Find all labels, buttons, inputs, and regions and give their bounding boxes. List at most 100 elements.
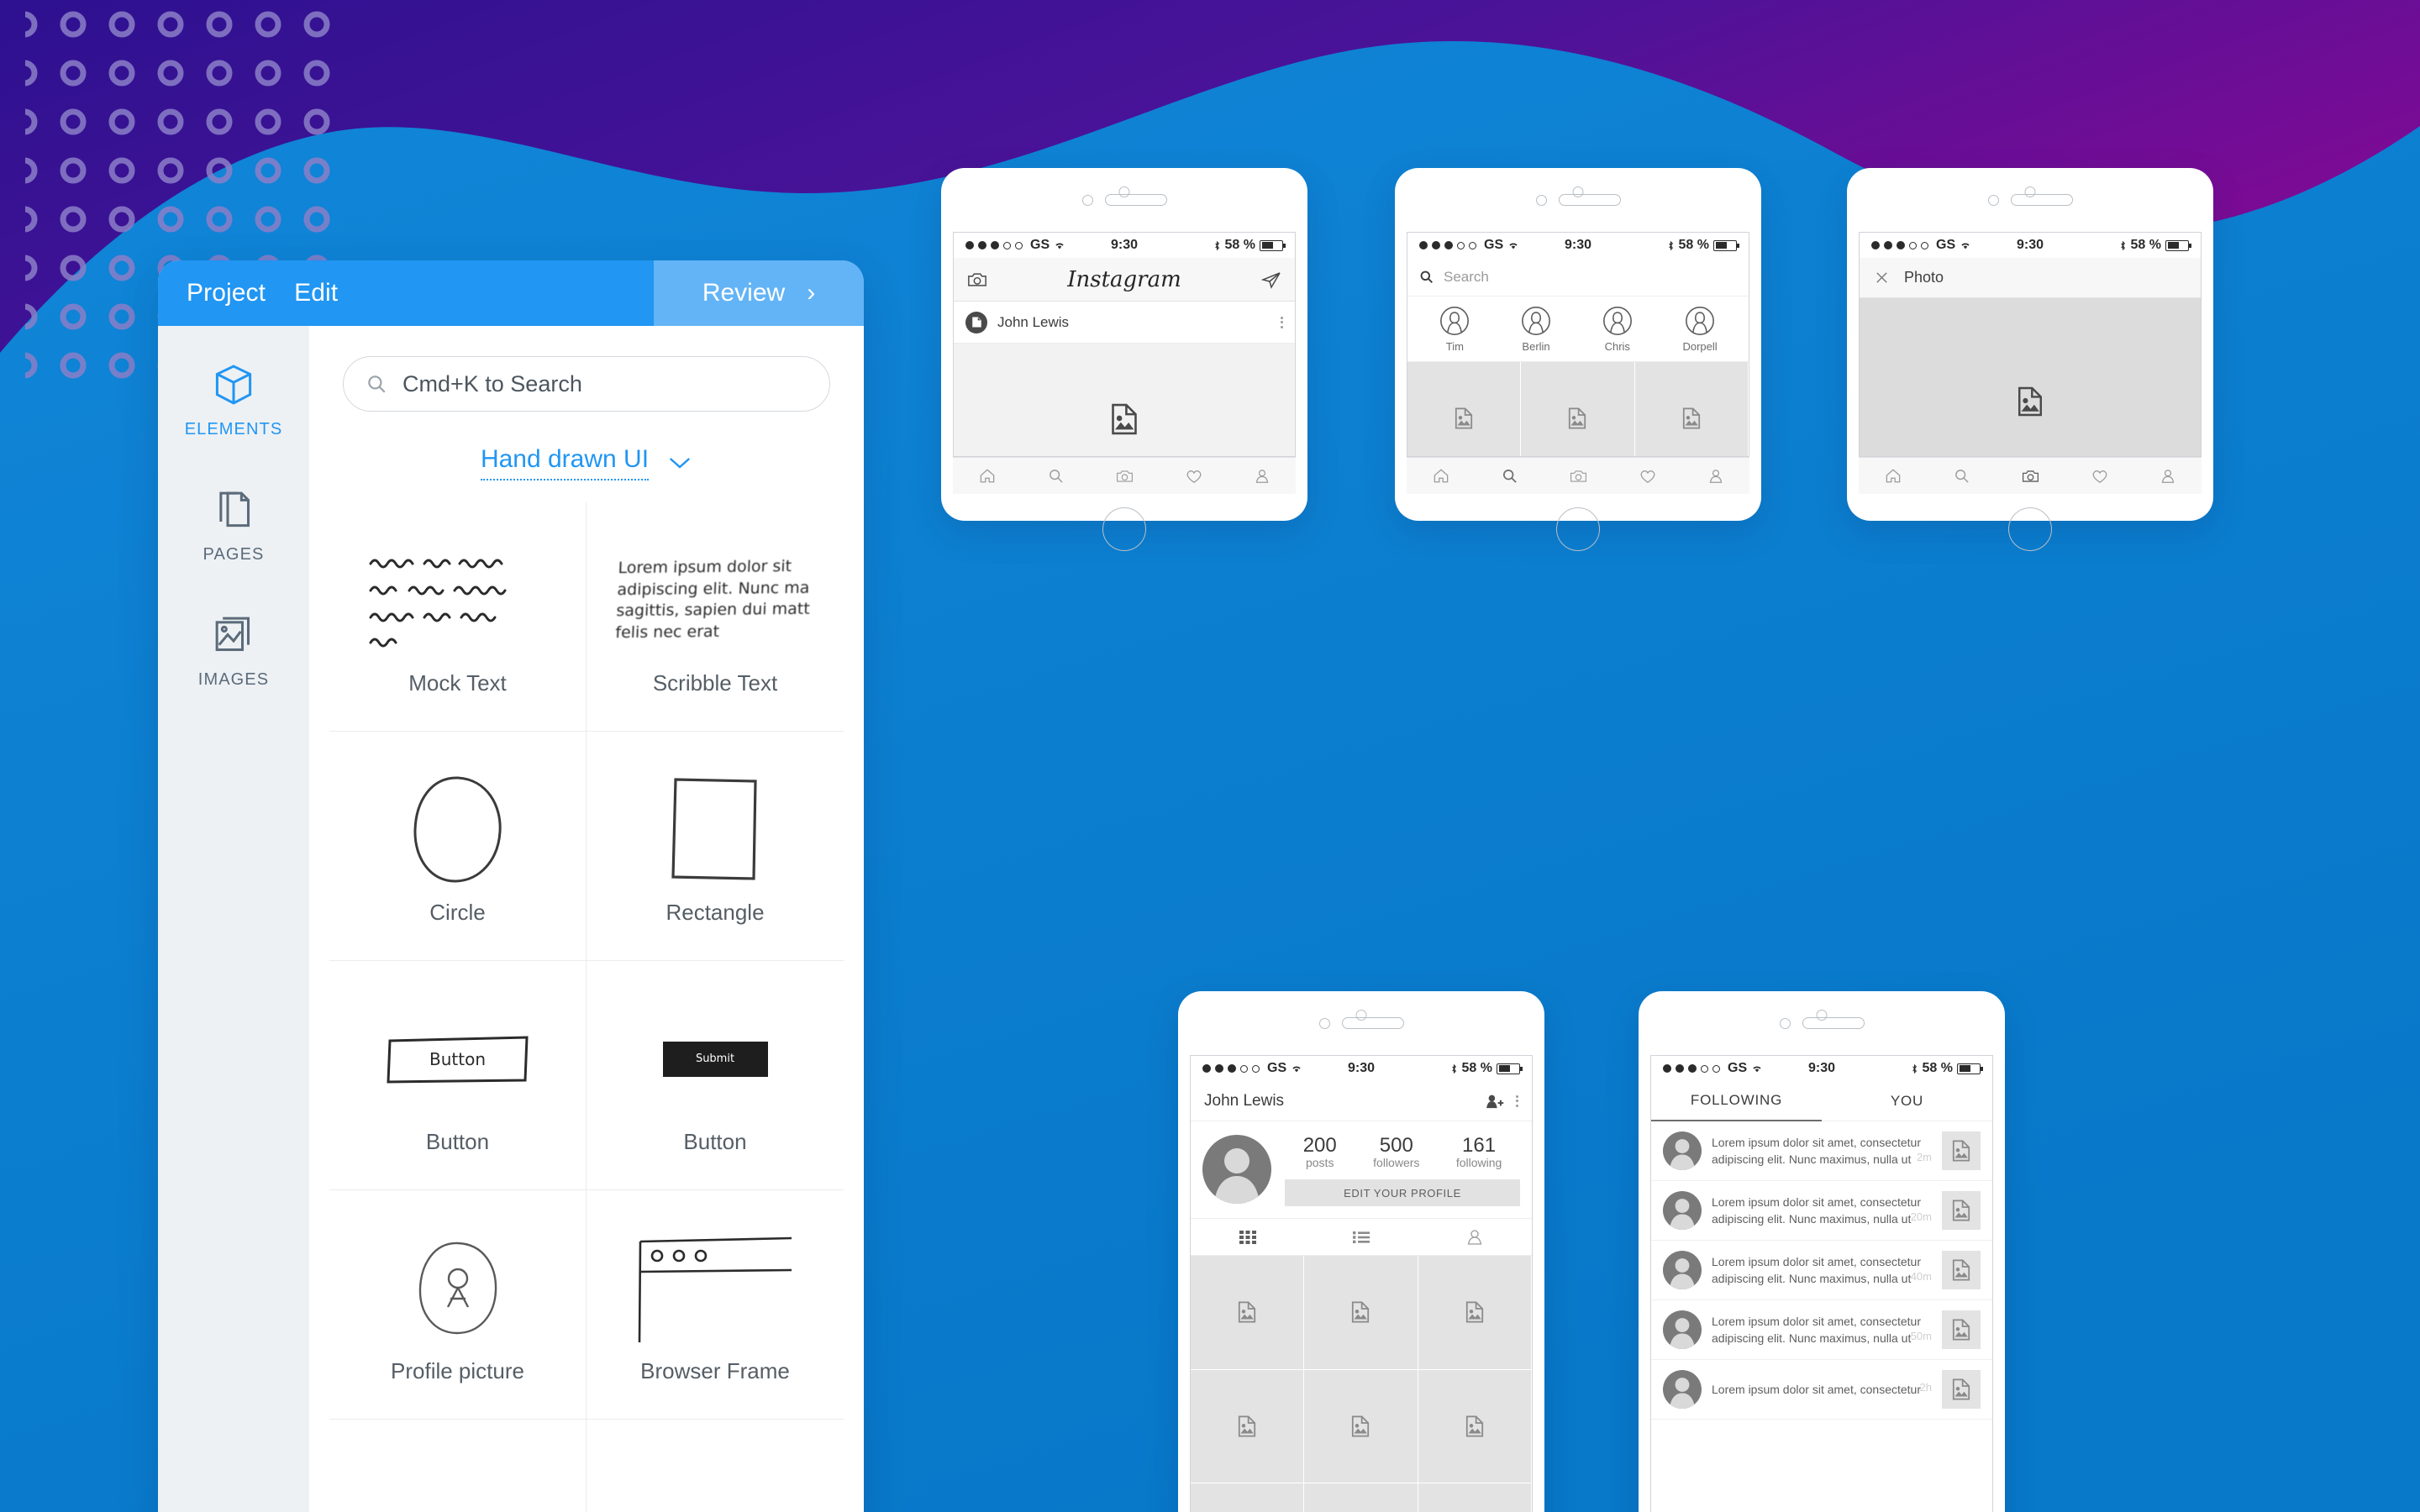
profile-grid-cell[interactable] (1418, 1256, 1532, 1370)
person-silhouette-icon (1670, 1139, 1695, 1170)
person-circle-icon (1602, 307, 1632, 335)
sidebar-item-images[interactable]: IMAGES (158, 612, 309, 690)
explore-grid-cell[interactable] (1407, 362, 1522, 456)
explore-search-input[interactable]: Search (1407, 258, 1749, 297)
explore-grid-cell[interactable] (1521, 362, 1635, 456)
camera-icon[interactable] (967, 271, 987, 288)
category-selector[interactable]: Hand drawn UI (329, 445, 844, 480)
capture-preview[interactable] (1860, 298, 2201, 456)
profile-grid-cell[interactable] (1191, 1256, 1305, 1370)
activity-thumbnail[interactable] (1942, 1251, 1981, 1289)
profile-grid-cell[interactable] (1191, 1369, 1305, 1483)
avatar[interactable] (1202, 1135, 1271, 1204)
element-card-button-filled[interactable]: Submit Button (587, 961, 844, 1190)
activity-thumbnail[interactable] (1942, 1310, 1981, 1349)
search-input[interactable]: Cmd+K to Search (343, 356, 830, 412)
search-icon[interactable] (1048, 468, 1064, 484)
profile-grid-cell[interactable] (1304, 1369, 1418, 1483)
profile-grid-cell[interactable] (1304, 1256, 1418, 1370)
element-card-scribble-text[interactable]: Lorem ipsum dolor sit adipiscing elit. N… (587, 502, 844, 732)
element-card-circle[interactable]: Circle (329, 732, 587, 961)
paper-plane-icon[interactable] (1260, 270, 1281, 289)
edit-profile-button[interactable]: EDIT YOUR PROFILE (1285, 1179, 1520, 1207)
avatar[interactable] (965, 311, 987, 333)
story-item[interactable]: Tim (1439, 305, 1470, 353)
profile-grid-cell[interactable] (1304, 1483, 1418, 1512)
story-item[interactable]: Berlin (1520, 305, 1552, 353)
sidebar-item-label: PAGES (203, 545, 265, 564)
battery-icon (1713, 239, 1739, 251)
camera-icon[interactable] (1570, 469, 1587, 484)
phone-mock-explore: GS 9:30 58 % Search Tim Berlin Chris Dor… (1395, 168, 1761, 551)
heart-icon[interactable] (2091, 469, 2108, 484)
stat-posts[interactable]: 200 posts (1303, 1135, 1337, 1169)
phone-mock-capture: GS 9:30 58 % Photo (1847, 168, 2213, 551)
element-card-rectangle[interactable]: Rectangle (587, 732, 844, 961)
element-card-partial[interactable] (587, 1420, 844, 1512)
explore-grid-cell[interactable] (1634, 362, 1749, 456)
clock-label: 9:30 (1807, 1061, 1836, 1075)
close-icon[interactable] (1875, 270, 1889, 285)
element-card-button-outline[interactable]: Button Button (329, 961, 587, 1190)
post-image[interactable] (954, 344, 1295, 456)
story-name: Dorpell (1682, 340, 1718, 353)
story-name: Chris (1604, 340, 1630, 353)
clock-label: 9:30 (1110, 238, 1139, 252)
story-item[interactable]: Chris (1602, 305, 1634, 353)
activity-time: 20m (1910, 1210, 1932, 1224)
image-placeholder-icon (1952, 1378, 1970, 1400)
element-card-partial[interactable] (329, 1420, 587, 1512)
tab-list-view[interactable] (1304, 1219, 1418, 1255)
profile-grid-cell[interactable] (1191, 1483, 1305, 1512)
tab-you[interactable]: YOU (1822, 1081, 1992, 1121)
tab-grid-view[interactable] (1191, 1219, 1304, 1255)
home-icon[interactable] (1433, 468, 1449, 484)
review-button[interactable]: Review › (654, 260, 864, 326)
element-caption: Rectangle (666, 899, 765, 925)
heart-icon[interactable] (1186, 469, 1202, 484)
menu-project[interactable]: Project (187, 279, 266, 307)
activity-row[interactable]: Lorem ipsum dolor sit amet, consectetur … (1651, 1121, 1992, 1181)
activity-thumbnail[interactable] (1942, 1131, 1981, 1170)
activity-thumbnail[interactable] (1942, 1370, 1981, 1409)
activity-row[interactable]: Lorem ipsum dolor sit amet, consectetur … (1651, 1360, 1992, 1420)
stat-following[interactable]: 161 following (1456, 1135, 1502, 1169)
activity-row[interactable]: Lorem ipsum dolor sit amet, consectetur … (1651, 1300, 1992, 1360)
element-card-browser-frame[interactable]: Browser Frame (587, 1190, 844, 1420)
home-icon[interactable] (1885, 468, 1902, 484)
person-icon[interactable] (2160, 468, 2175, 484)
activity-tabs: FOLLOWING YOU (1651, 1081, 1992, 1121)
stat-followers[interactable]: 500 followers (1373, 1135, 1419, 1169)
tab-tagged[interactable] (1418, 1219, 1532, 1255)
profile-grid-cell[interactable] (1418, 1483, 1532, 1512)
person-icon[interactable] (1255, 468, 1270, 484)
circle-art (408, 767, 508, 893)
element-card-mock-text[interactable]: Mock Text (329, 502, 587, 732)
kebab-menu-icon[interactable] (1281, 316, 1283, 328)
profile-grid-cell[interactable] (1418, 1369, 1532, 1483)
activity-thumbnail[interactable] (1942, 1191, 1981, 1230)
wifi-icon (1509, 243, 1518, 249)
story-name: Tim (1445, 340, 1464, 353)
status-bar: GS 9:30 58 % (1191, 1056, 1532, 1081)
element-card-profile-picture[interactable]: Profile picture (329, 1190, 587, 1420)
sensor-icon (1318, 1017, 1330, 1029)
activity-row[interactable]: Lorem ipsum dolor sit amet, consectetur … (1651, 1241, 1992, 1300)
sidebar-item-pages[interactable]: PAGES (158, 486, 309, 564)
home-icon[interactable] (979, 468, 996, 484)
search-icon[interactable] (1502, 468, 1518, 484)
element-caption: Profile picture (391, 1357, 524, 1383)
heart-icon[interactable] (1639, 469, 1656, 484)
sidebar-item-elements[interactable]: ELEMENTS (158, 361, 309, 439)
camera-icon[interactable] (1116, 469, 1134, 484)
add-person-icon[interactable] (1486, 1094, 1504, 1109)
tab-following[interactable]: FOLLOWING (1651, 1081, 1822, 1121)
kebab-menu-icon[interactable] (1516, 1095, 1518, 1107)
search-icon[interactable] (1954, 468, 1970, 484)
carrier-label: GS (1267, 1061, 1287, 1075)
menu-edit[interactable]: Edit (294, 279, 338, 307)
story-item[interactable]: Dorpell (1682, 305, 1718, 353)
person-icon[interactable] (1708, 468, 1723, 484)
activity-row[interactable]: Lorem ipsum dolor sit amet, consectetur … (1651, 1181, 1992, 1241)
camera-icon[interactable] (2022, 469, 2039, 484)
